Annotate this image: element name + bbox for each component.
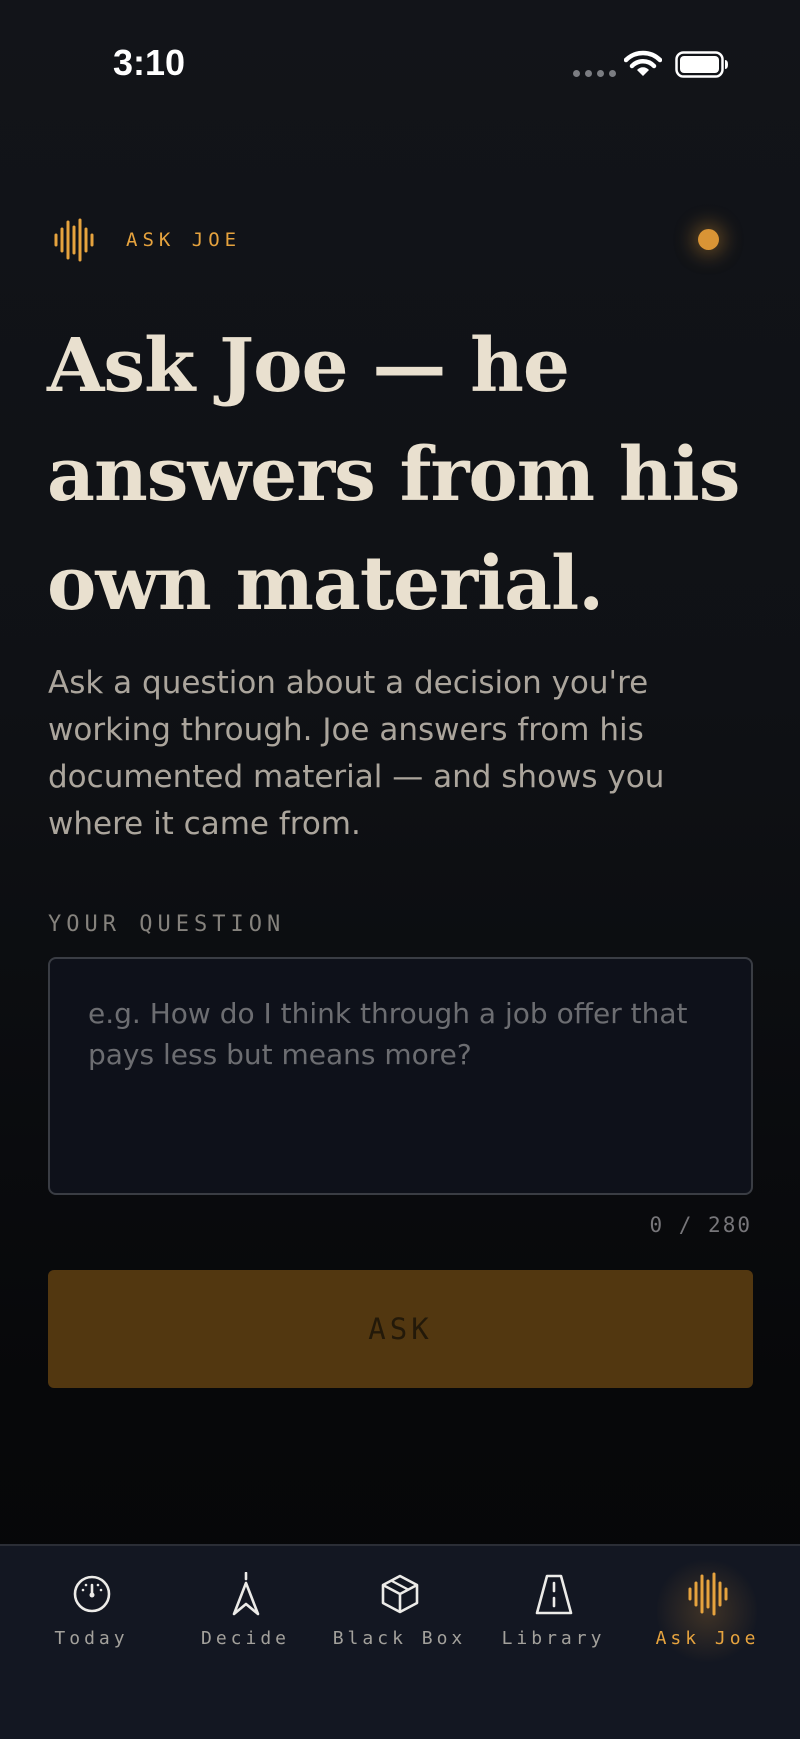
page-subtitle: Ask a question about a decision you're w… <box>48 665 665 842</box>
compass-icon <box>232 1572 259 1616</box>
cellular-signal-icon <box>573 70 616 77</box>
tab-label: Decide <box>200 1628 291 1649</box>
character-counter: 0 / 280 <box>649 1213 752 1237</box>
cube-icon <box>381 1574 418 1614</box>
tab-library[interactable]: Library <box>476 1546 631 1666</box>
tab-label: Library <box>501 1628 606 1649</box>
ask-button[interactable]: ASK <box>48 1270 753 1388</box>
road-icon <box>535 1574 572 1615</box>
waveform-icon <box>688 1572 727 1616</box>
tab-today[interactable]: Today <box>14 1546 169 1666</box>
gauge-icon <box>73 1575 110 1613</box>
question-input[interactable] <box>48 957 753 1195</box>
tab-label: Ask Joe <box>655 1628 760 1649</box>
brand-label: ASK JOE <box>126 229 242 251</box>
battery-icon <box>675 51 728 78</box>
tab-label: Black Box <box>332 1628 467 1649</box>
brand-header: ASK JOE <box>52 218 241 262</box>
tab-label: Today <box>54 1628 129 1649</box>
waveform-icon <box>54 218 94 262</box>
page-title: Ask Joe — he answers from his own materi… <box>47 323 740 627</box>
tab-ask-joe[interactable]: Ask Joe <box>630 1546 785 1666</box>
status-bar: 3:10 <box>0 0 800 130</box>
tab-bar: Today Decide Black Box Library Ask Joe <box>0 1544 800 1739</box>
status-time: 3:10 <box>113 42 186 83</box>
question-label: YOUR QUESTION <box>48 912 286 937</box>
tab-decide[interactable]: Decide <box>168 1546 323 1666</box>
wifi-icon <box>624 50 662 76</box>
status-indicator-dot <box>698 229 719 250</box>
tab-black-box[interactable]: Black Box <box>322 1546 477 1666</box>
